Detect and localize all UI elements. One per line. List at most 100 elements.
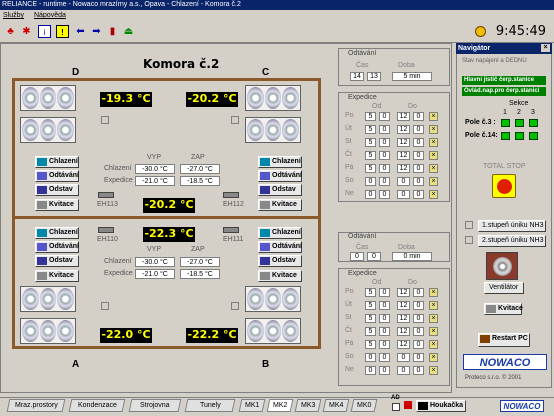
day-enable-checkbox[interactable]: ×	[429, 164, 438, 173]
do-minute[interactable]: 0	[413, 340, 424, 349]
od-minute[interactable]: 0	[379, 190, 390, 199]
od-hour[interactable]: 0	[365, 177, 376, 186]
odtavani-hour[interactable]: 14	[350, 72, 364, 81]
od-hour[interactable]: 0	[365, 190, 376, 199]
do-minute[interactable]: 0	[413, 288, 424, 297]
do-hour[interactable]: 0	[397, 177, 410, 186]
odtavani-duration[interactable]: 0 min	[392, 252, 432, 261]
od-hour[interactable]: 5	[365, 314, 376, 323]
odstav-button[interactable]: Odstav	[258, 255, 302, 267]
do-hour[interactable]: 12	[397, 125, 410, 134]
menu-help[interactable]: Nápověda	[34, 12, 66, 19]
setpoint-chlazeni-zap[interactable]: -27.0 °C	[180, 164, 220, 174]
od-minute[interactable]: 0	[379, 314, 390, 323]
tab-mraz-prostory[interactable]: Mraz.prostory	[6, 399, 66, 412]
restart-pc-button[interactable]: Restart PC	[478, 333, 530, 347]
day-enable-checkbox[interactable]: ×	[429, 151, 438, 160]
day-enable-checkbox[interactable]: ×	[429, 112, 438, 121]
do-minute[interactable]: 0	[413, 366, 424, 375]
tab-mk4[interactable]: MK4	[322, 399, 350, 412]
day-enable-checkbox[interactable]: ×	[429, 314, 438, 323]
do-minute[interactable]: 0	[413, 301, 424, 310]
tab-strojovna[interactable]: Strojovna	[128, 399, 182, 412]
od-hour[interactable]: 0	[365, 353, 376, 362]
odstav-button[interactable]: Odstav	[35, 255, 79, 267]
close-icon[interactable]: ×	[541, 44, 550, 52]
odtavani-button[interactable]: Odtávání	[258, 241, 302, 253]
odstav-button[interactable]: Odstav	[35, 184, 79, 196]
back-arrow-icon[interactable]: ⬅	[74, 25, 87, 38]
od-minute[interactable]: 0	[379, 125, 390, 134]
exit-icon[interactable]: ⏏	[122, 25, 135, 38]
day-enable-checkbox[interactable]: ×	[429, 327, 438, 336]
kvitace-button[interactable]: Kvitace	[35, 270, 79, 282]
chlazeni-button[interactable]: Chlazení	[258, 227, 302, 239]
nh3-stage2-button[interactable]: 2.stupeň úniku NH3	[478, 235, 546, 247]
od-hour[interactable]: 5	[365, 340, 376, 349]
do-hour[interactable]: 12	[397, 112, 410, 121]
od-hour[interactable]: 5	[365, 112, 376, 121]
setpoint-chlazeni-vyp[interactable]: -30.0 °C	[135, 164, 175, 174]
do-minute[interactable]: 0	[413, 151, 424, 160]
day-enable-checkbox[interactable]: ×	[429, 138, 438, 147]
ad-icon[interactable]	[392, 403, 400, 411]
do-hour[interactable]: 0	[397, 190, 410, 199]
day-enable-checkbox[interactable]: ×	[429, 177, 438, 186]
do-minute[interactable]: 0	[413, 314, 424, 323]
od-hour[interactable]: 0	[365, 366, 376, 375]
odtavani-button[interactable]: Odtávání	[35, 170, 79, 182]
kvitace-button[interactable]: Kvitace	[258, 270, 302, 282]
od-minute[interactable]: 0	[379, 366, 390, 375]
kvitace-button[interactable]: Kvitace	[484, 303, 523, 315]
ventilator-button[interactable]: Ventilátor	[484, 282, 524, 294]
do-minute[interactable]: 0	[413, 112, 424, 121]
od-minute[interactable]: 0	[379, 164, 390, 173]
do-minute[interactable]: 0	[413, 164, 424, 173]
do-hour[interactable]: 12	[397, 288, 410, 297]
od-minute[interactable]: 0	[379, 340, 390, 349]
total-stop-button[interactable]	[492, 174, 516, 198]
odtavani-button[interactable]: Odtávání	[258, 170, 302, 182]
odtavani-hour[interactable]: 0	[350, 252, 364, 261]
do-minute[interactable]: 0	[413, 125, 424, 134]
day-enable-checkbox[interactable]: ×	[429, 340, 438, 349]
chlazeni-button[interactable]: Chlazení	[258, 156, 302, 168]
odtavani-minute[interactable]: 0	[367, 252, 381, 261]
do-hour[interactable]: 12	[397, 301, 410, 310]
od-minute[interactable]: 0	[379, 288, 390, 297]
setpoint-expedice-vyp[interactable]: -21.0 °C	[135, 269, 175, 279]
od-hour[interactable]: 5	[365, 151, 376, 160]
chlazeni-button[interactable]: Chlazení	[35, 227, 79, 239]
day-enable-checkbox[interactable]: ×	[429, 353, 438, 362]
do-hour[interactable]: 12	[397, 164, 410, 173]
kvitace-button[interactable]: Kvitace	[35, 199, 79, 211]
day-enable-checkbox[interactable]: ×	[429, 125, 438, 134]
users-icon[interactable]: ♣	[4, 25, 17, 38]
day-enable-checkbox[interactable]: ×	[429, 190, 438, 199]
alarm-icon[interactable]: !	[56, 25, 69, 38]
setpoint-chlazeni-zap[interactable]: -27.0 °C	[180, 257, 220, 267]
do-minute[interactable]: 0	[413, 327, 424, 336]
odstav-button[interactable]: Odstav	[258, 184, 302, 196]
od-minute[interactable]: 0	[379, 301, 390, 310]
od-hour[interactable]: 5	[365, 164, 376, 173]
odtavani-duration[interactable]: 5 min	[392, 72, 432, 81]
do-minute[interactable]: 0	[413, 190, 424, 199]
tab-tunely[interactable]: Tunely	[184, 399, 236, 412]
tab-mk1[interactable]: MK1	[238, 399, 266, 412]
od-minute[interactable]: 0	[379, 138, 390, 147]
od-minute[interactable]: 0	[379, 112, 390, 121]
tab-kondenzace[interactable]: Kondenzace	[68, 399, 126, 412]
tab-mk2[interactable]: MK2	[266, 399, 294, 412]
day-enable-checkbox[interactable]: ×	[429, 366, 438, 375]
setpoint-expedice-zap[interactable]: -18.5 °C	[180, 176, 220, 186]
od-minute[interactable]: 0	[379, 327, 390, 336]
setpoint-chlazeni-vyp[interactable]: -30.0 °C	[135, 257, 175, 267]
od-minute[interactable]: 0	[379, 151, 390, 160]
tab-mk0[interactable]: MK0	[350, 399, 378, 412]
od-hour[interactable]: 5	[365, 125, 376, 134]
do-minute[interactable]: 0	[413, 177, 424, 186]
chlazeni-button[interactable]: Chlazení	[35, 156, 79, 168]
od-minute[interactable]: 0	[379, 177, 390, 186]
do-hour[interactable]: 12	[397, 327, 410, 336]
